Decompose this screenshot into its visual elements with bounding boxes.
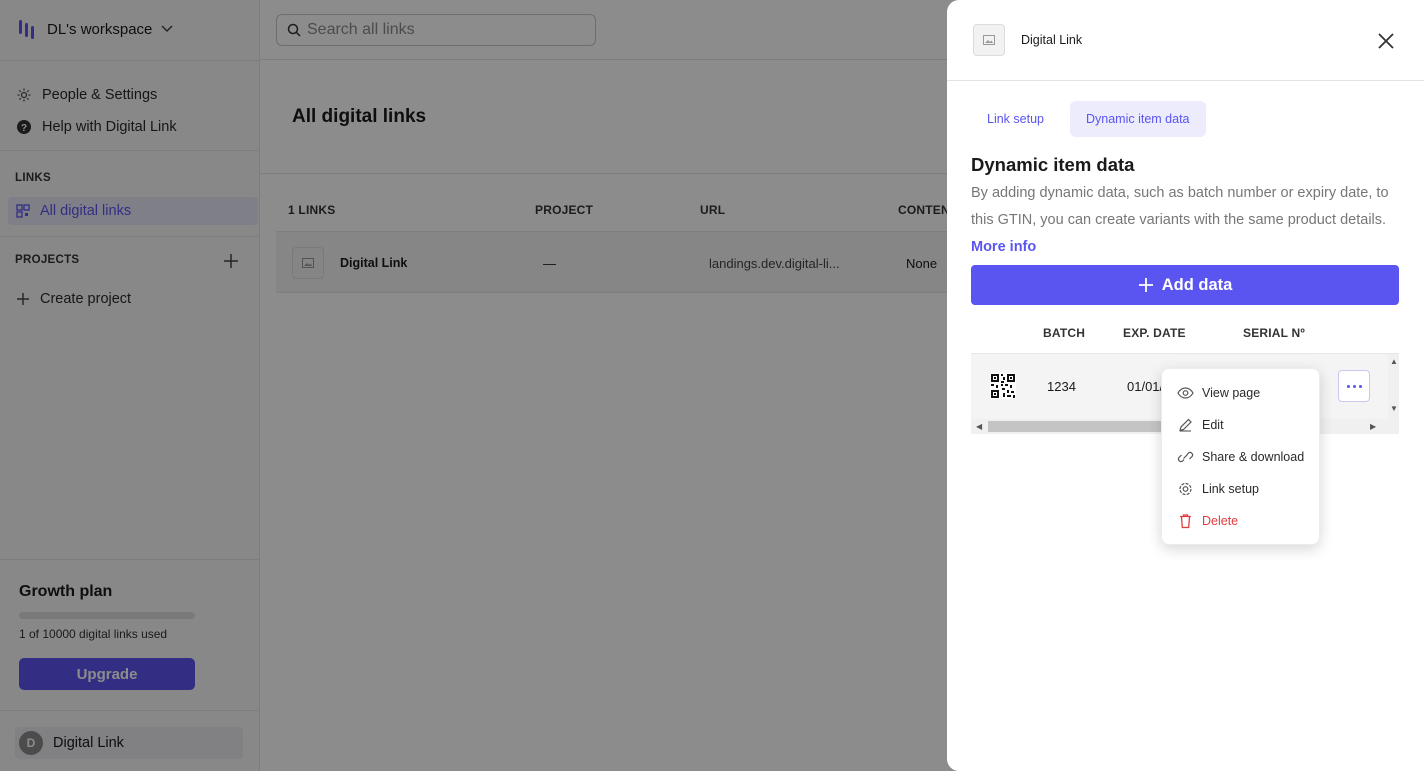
more-dot — [1346, 384, 1350, 388]
menu-item-edit[interactable]: Edit — [1177, 414, 1224, 436]
scroll-up-icon[interactable]: ▲ — [1390, 357, 1398, 366]
column-header-exp-date: EXP. DATE — [1123, 326, 1186, 340]
menu-item-label: Edit — [1202, 418, 1224, 432]
scroll-left-icon[interactable]: ◀ — [976, 422, 982, 431]
add-data-label: Add data — [1161, 275, 1233, 294]
scroll-right-icon[interactable]: ▶ — [1370, 422, 1376, 431]
column-header-batch: BATCH — [1043, 326, 1086, 340]
vertical-scrollbar[interactable]: ▲ ▼ — [1388, 354, 1399, 420]
menu-item-share-download[interactable]: Share & download — [1177, 446, 1304, 468]
more-options-button[interactable] — [1338, 370, 1370, 402]
tab-dynamic-item-data[interactable]: Dynamic item data — [1070, 101, 1206, 137]
column-header-serial: SERIAL Nº — [1243, 326, 1305, 340]
row-actions-menu: View page Edit Share & download Link set… — [1161, 368, 1320, 545]
more-info-link[interactable]: More info — [971, 239, 1036, 255]
tab-link-setup[interactable]: Link setup — [971, 101, 1060, 137]
gear-icon — [1177, 481, 1194, 497]
drawer-header: Digital Link — [947, 0, 1424, 81]
menu-item-delete[interactable]: Delete — [1177, 510, 1238, 532]
more-dot — [1358, 384, 1362, 388]
image-placeholder-icon — [973, 24, 1005, 56]
close-icon[interactable] — [1375, 30, 1397, 52]
section-description: By adding dynamic data, such as batch nu… — [971, 180, 1401, 261]
menu-item-link-setup[interactable]: Link setup — [1177, 478, 1259, 500]
menu-item-label: Delete — [1202, 514, 1239, 528]
menu-item-label: Link setup — [1202, 482, 1259, 496]
more-dot — [1352, 384, 1356, 388]
exp-date-value: 01/01/ — [1127, 379, 1164, 394]
pencil-icon — [1177, 418, 1194, 432]
scrollbar-thumb[interactable] — [988, 421, 1188, 432]
link-icon — [1177, 450, 1194, 464]
menu-item-view-page[interactable]: View page — [1177, 382, 1260, 404]
add-data-button[interactable]: Add data — [971, 265, 1399, 305]
drawer-title: Digital Link — [1021, 33, 1083, 47]
trash-icon — [1177, 513, 1194, 529]
eye-icon — [1177, 386, 1194, 400]
menu-item-label: Share & download — [1202, 450, 1305, 464]
section-heading: Dynamic item data — [971, 154, 1135, 175]
scroll-down-icon[interactable]: ▼ — [1390, 404, 1398, 413]
qr-code-icon — [990, 373, 1016, 399]
plus-icon — [1138, 277, 1154, 293]
description-text: By adding dynamic data, such as batch nu… — [971, 185, 1389, 228]
batch-value: 1234 — [1047, 379, 1076, 394]
menu-item-label: View page — [1202, 386, 1261, 400]
